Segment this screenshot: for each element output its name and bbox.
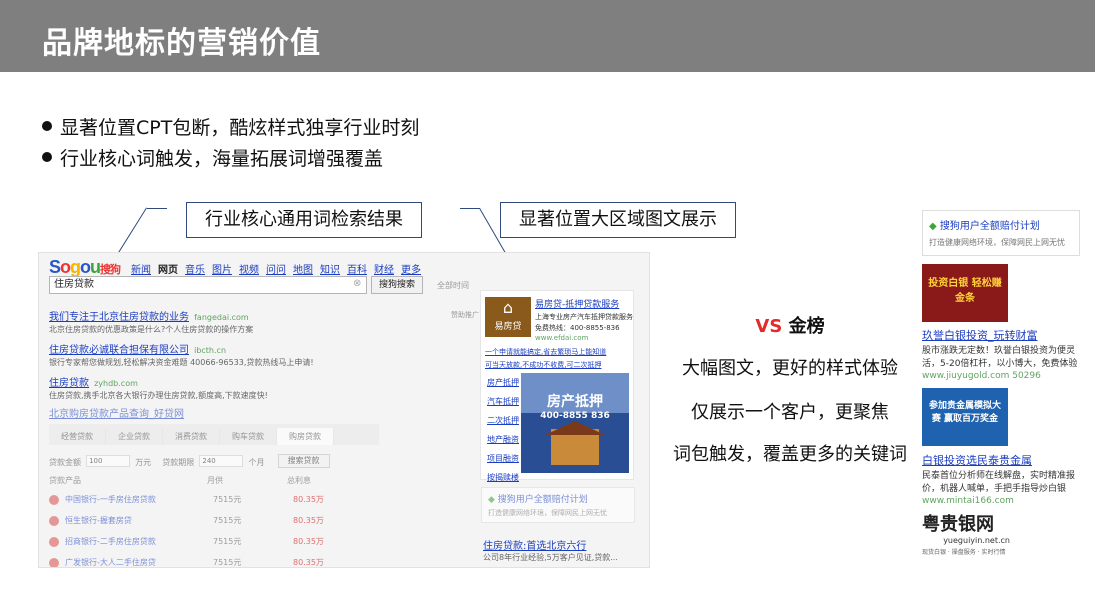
nav-more[interactable]: 更多: [401, 265, 421, 276]
loan-term-input[interactable]: 240: [199, 454, 244, 467]
serp-nav: 新闻 网页 音乐 图片 视频 问问 地图 知识 百科 财经 更多: [131, 261, 428, 276]
bullet-1: 显著位置CPT包断，酷炫样式独享行业时刻: [42, 113, 419, 140]
table-row: 招商银行-二手房住房贷款 7515元 80.35万: [49, 536, 379, 547]
result-desc: 住房贷款,携手北京各大银行办理住房贷款,额度高,下款速度快!: [49, 391, 268, 400]
leader-line-right-top: [460, 208, 480, 209]
bank-icon: [49, 494, 59, 505]
shield-icon: ◆: [488, 495, 495, 505]
bank-icon: [49, 515, 59, 526]
result-title[interactable]: 我们专注于北京住房贷款的业务: [49, 312, 189, 323]
callout-left: 行业核心通用词检索结果: [186, 202, 422, 238]
comparison-line-1: 大幅图文，更好的样式体验: [682, 358, 898, 379]
ad-title[interactable]: 易房贷-抵押贷款服务: [535, 297, 633, 310]
yueguiyin-logo[interactable]: 粤贵银网 yueguiyin.net.cn 现货白银 · 操盘服务 · 实时行情: [922, 510, 1010, 572]
bank-icon: [49, 536, 59, 547]
bullet-dot: [42, 152, 52, 162]
table-row: 中国银行-一手房住房贷款 7515元 80.35万: [49, 494, 379, 505]
right-ad-title[interactable]: 玖誉白银投资_玩转财富: [922, 327, 1092, 343]
bullet-2: 行业核心词触发，海量拓展词增强覆盖: [42, 144, 383, 171]
tab-car-loan[interactable]: 购车贷款: [220, 428, 277, 445]
loan-search-button[interactable]: 搜索贷款: [277, 453, 330, 468]
nav-map[interactable]: 地图: [293, 265, 313, 276]
result-title[interactable]: 住房贷款必诚联合担保有限公司: [49, 345, 189, 356]
roof-shape: [545, 421, 605, 435]
result-desc: 银行专家帮您做规划,轻松解决资金难题 40066-96533,贷款热线马上申请!: [49, 358, 314, 367]
callout-right: 显著位置大区域图文展示: [500, 202, 736, 238]
search-button[interactable]: 搜狗搜索: [371, 276, 423, 294]
ad-text: 易房贷-抵押贷款服务 上海专业房产汽车抵押贷款服务 免费热线：400-8855-…: [535, 297, 633, 342]
ad-side-link[interactable]: 汽车抵押: [487, 396, 521, 407]
loan-amount-input[interactable]: 100: [86, 454, 131, 467]
loan-tabs: 经营贷款 企业贷款 消费贷款 购车贷款 购房贷款: [49, 424, 379, 445]
right-ad-title[interactable]: 白银投资选民泰贵金属: [922, 452, 1092, 468]
bank-icon: [49, 557, 59, 567]
ad-side-link[interactable]: 地产融资: [487, 434, 521, 445]
ad-side-link[interactable]: 按揭赎楼: [487, 472, 521, 483]
tab-home-loan[interactable]: 购房贷款: [277, 428, 334, 445]
nav-music[interactable]: 音乐: [185, 265, 205, 276]
ad-banner-image[interactable]: 房产抵押 400-8855 836: [521, 373, 629, 473]
result-item: 住房贷款:首选北京六行 公司8年行业经验,5万客户见证,贷款...: [483, 541, 618, 562]
bullet-dot: [42, 121, 52, 131]
table-row: 恒生银行-握套房贷 7515元 80.35万: [49, 515, 379, 526]
comparison-line-3: 词包触发，覆盖更多的关键词: [673, 444, 907, 465]
ad-side-link[interactable]: 项目融资: [487, 453, 521, 464]
ad-link[interactable]: 可当天放款,不成功不收费,可二次抵押: [485, 360, 633, 370]
nav-video[interactable]: 视频: [239, 265, 259, 276]
loan-form: 贷款金额 100 万元 贷款期限 240 个月 搜索贷款: [49, 450, 379, 469]
nav-wenwen[interactable]: 问问: [266, 265, 286, 276]
brand-ad-panel: ⌂ 易房贷 易房贷-抵押贷款服务 上海专业房产汽车抵押贷款服务 免费热线：400…: [480, 290, 634, 482]
nav-finance[interactable]: 财经: [374, 265, 394, 276]
vs-heading: VS 金榜: [755, 316, 825, 337]
ad-side-links: 房产抵押 汽车抵押 二次抵押 地产融资 项目融资 按揭赎楼: [487, 377, 521, 491]
result-url: ibcth.cn: [194, 346, 227, 355]
tab-corporate-loan[interactable]: 企业贷款: [106, 428, 163, 445]
ad-side-link[interactable]: 二次抵押: [487, 415, 521, 426]
nav-images[interactable]: 图片: [212, 265, 232, 276]
ad-side-link[interactable]: 房产抵押: [487, 377, 521, 388]
right-ad-2: 白银投资选民泰贵金属 民泰首位分析师在线解盘，实时精准报价，机器人喊单，手把手指…: [922, 452, 1092, 506]
nav-baike[interactable]: 百科: [347, 265, 367, 276]
result-title[interactable]: 住房贷款: [49, 378, 89, 389]
promo-tag: 赞助推广: [451, 311, 479, 319]
page-header: 品牌地标的营销价值: [0, 0, 1095, 72]
guarantee-box: ◆ 搜狗用户全额赔付计划 打造健康网络环境，保障网民上网无忧: [922, 210, 1080, 256]
search-input[interactable]: 住房贷款: [49, 276, 367, 294]
house-icon: ⌂: [502, 298, 514, 317]
leader-line-left-top: [147, 208, 167, 209]
result-item: 住房贷款 zyhdb.com 住房贷款,携手北京各大银行办理住房贷款,额度高,下…: [49, 371, 449, 401]
ad-links: 一个申请就能搞定,省去繁琐马上能知道 可当天放款,不成功不收费,可二次抵押: [485, 347, 633, 370]
clear-icon[interactable]: ⊗: [353, 278, 361, 289]
silver-ad-image[interactable]: 投资白银 轻松赚金条: [922, 264, 1008, 322]
efdai-logo: ⌂ 易房贷: [485, 297, 531, 337]
nav-news[interactable]: 新闻: [131, 265, 151, 276]
comparison-line-2: 仅展示一个客户，更聚焦: [691, 402, 889, 423]
time-filter[interactable]: 全部时间: [437, 280, 469, 291]
tab-business-loan[interactable]: 经营贷款: [49, 428, 106, 445]
nav-knowledge[interactable]: 知识: [320, 265, 340, 276]
sogou-logo: Sogou搜狗: [49, 257, 121, 277]
ad-link[interactable]: 一个申请就能搞定,省去繁琐马上能知道: [485, 347, 633, 357]
tab-consumer-loan[interactable]: 消费贷款: [163, 428, 220, 445]
result-desc: 北京住房贷款的优惠政策是什么?个人住房贷款的操作方案: [49, 325, 254, 334]
shield-icon: ◆: [929, 221, 937, 232]
serp-guarantee-box: ◆ 搜狗用户全额赔付计划 打造健康网络环境，保障网民上网无忧: [481, 487, 635, 523]
nav-web[interactable]: 网页: [158, 265, 178, 276]
result-item: 我们专注于北京住房贷款的业务 fangedai.com 北京住房贷款的优惠政策是…: [49, 305, 449, 335]
loan-widget: 北京购房贷款产品查询_好贷网 经营贷款 企业贷款 消费贷款 购车贷款 购房贷款 贷款金额…: [49, 405, 379, 567]
result-item: 住房贷款必诚联合担保有限公司 ibcth.cn 银行专家帮您做规划,轻松解决资金…: [49, 338, 449, 368]
metals-ad-image[interactable]: 参加贵金属模拟大赛 赢取百万奖金: [922, 388, 1008, 446]
table-row: 广发银行-大人二手住房贷 7515元 80.35万: [49, 557, 379, 567]
page-title: 品牌地标的营销价值: [42, 26, 321, 61]
loan-table-header: 贷款产品 月供 总利息: [49, 476, 311, 485]
result-url: fangedai.com: [194, 313, 249, 322]
loan-widget-title[interactable]: 北京购房贷款产品查询_好贷网: [49, 405, 379, 420]
result-url: zyhdb.com: [94, 379, 138, 388]
right-ad-1: 玖誉白银投资_玩转财富 股市涨跌无定数！玖誉白银投资为便灵活，5-20倍杠杆，以…: [922, 327, 1092, 381]
